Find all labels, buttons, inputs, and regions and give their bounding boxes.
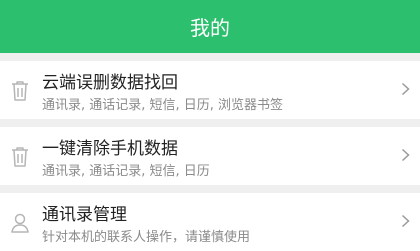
chevron-right-icon <box>401 148 410 162</box>
trash-icon <box>12 147 28 167</box>
list-item-title: 云端误删数据找回 <box>42 73 178 93</box>
chevron-right-icon <box>401 82 410 96</box>
divider <box>0 119 420 127</box>
list-item-subtitle: 通讯录, 通话记录, 短信, 日历 <box>42 164 210 179</box>
list-item-title: 一键清除手机数据 <box>42 139 178 159</box>
person-icon <box>11 213 29 233</box>
header-bar: 我的 <box>0 0 420 53</box>
list-item-contacts-management[interactable]: 通讯录管理 针对本机的联系人操作，请谨慎使用 <box>0 193 420 251</box>
list-item-subtitle: 通讯录, 通话记录, 短信, 日历, 浏览器书签 <box>42 98 284 113</box>
list-item-cloud-recovery[interactable]: 云端误删数据找回 通讯录, 通话记录, 短信, 日历, 浏览器书签 <box>0 61 420 119</box>
list-item-subtitle: 针对本机的联系人操作，请谨慎使用 <box>42 230 251 245</box>
header-gap <box>0 53 420 61</box>
trash-icon <box>12 81 28 101</box>
divider <box>0 185 420 193</box>
chevron-right-icon <box>401 214 410 228</box>
list-item-wipe-data[interactable]: 一键清除手机数据 通讯录, 通话记录, 短信, 日历 <box>0 127 420 185</box>
page-title: 我的 <box>190 16 230 40</box>
list-item-title: 通讯录管理 <box>42 205 127 225</box>
